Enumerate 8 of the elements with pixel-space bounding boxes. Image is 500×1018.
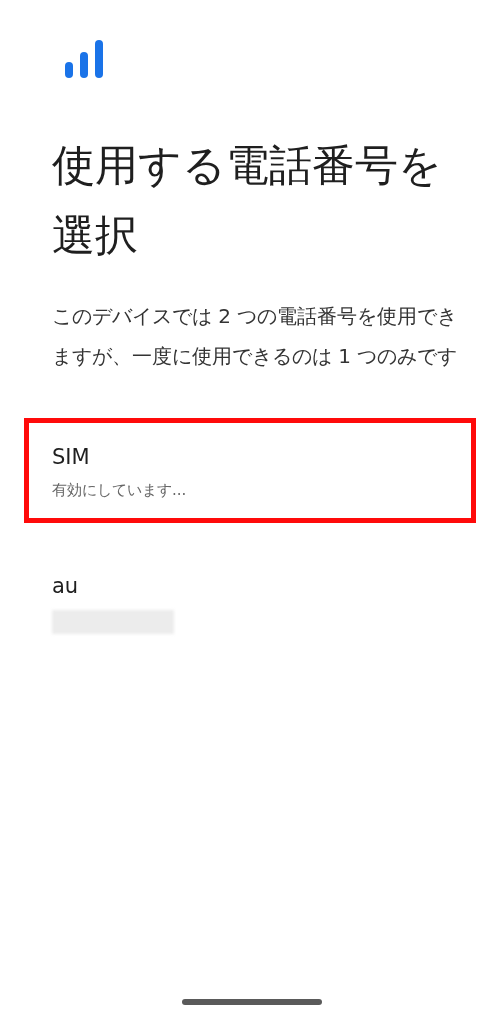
phone-number-option[interactable]: SIM 有効にしています... [24, 418, 476, 523]
description-text: このデバイスでは 2 つの電話番号を使用できますが、一度に使用できるのは 1 つのみです [52, 303, 459, 370]
option-status: 有効にしています... [52, 481, 187, 500]
phone-number-option[interactable]: au [24, 547, 476, 657]
option-name: au [52, 574, 79, 598]
option-name: SIM [52, 445, 90, 469]
home-indicator[interactable] [182, 999, 322, 1005]
page-title: 使用する電話番号を選択 [52, 139, 443, 262]
